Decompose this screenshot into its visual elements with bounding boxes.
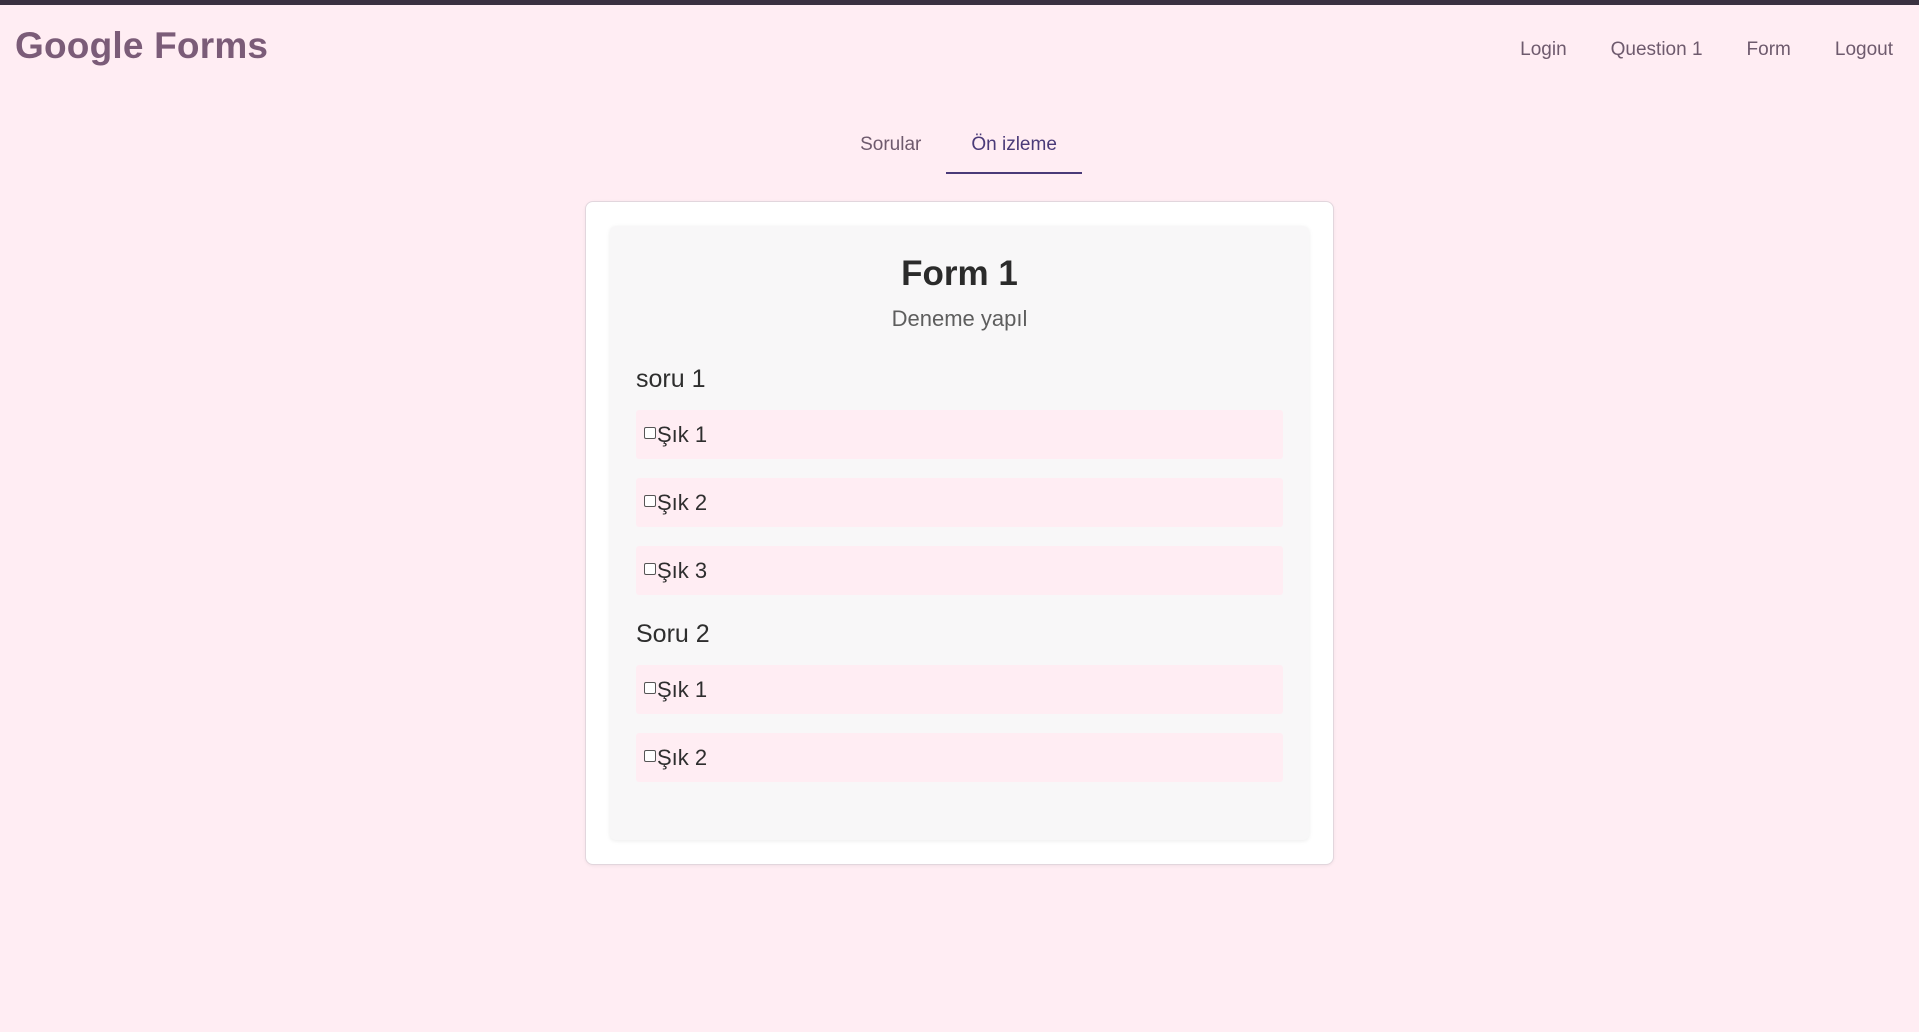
- question-title: soru 1: [636, 365, 706, 393]
- option-item[interactable]: Şık 3: [636, 546, 1283, 595]
- preview-container: Form 1 Deneme yapıl soru 1 Şık 1 Şık 2 Ş…: [585, 201, 1334, 865]
- option-label: Şık 3: [657, 557, 708, 583]
- question-block: Soru 2 Şık 1 Şık 2: [636, 619, 1283, 782]
- option-checkbox[interactable]: [644, 563, 656, 575]
- option-item[interactable]: Şık 1: [636, 665, 1283, 714]
- option-item[interactable]: Şık 1: [636, 410, 1283, 459]
- nav-link-logout[interactable]: Logout: [1835, 39, 1893, 61]
- tab-bar: Sorular Ön izleme: [0, 120, 1919, 174]
- option-label: Şık 2: [657, 489, 708, 515]
- option-item[interactable]: Şık 2: [636, 733, 1283, 782]
- nav-link-form[interactable]: Form: [1747, 39, 1791, 61]
- option-label: Şık 2: [657, 744, 708, 770]
- form-title: Form 1: [901, 254, 1018, 293]
- tab-on-izleme[interactable]: Ön izleme: [946, 120, 1082, 174]
- option-checkbox[interactable]: [644, 495, 656, 507]
- nav-link-login[interactable]: Login: [1520, 39, 1567, 61]
- form-description: Deneme yapıl: [891, 306, 1028, 331]
- question-title: Soru 2: [636, 620, 710, 648]
- option-label: Şık 1: [657, 421, 708, 447]
- tab-sorular[interactable]: Sorular: [835, 120, 946, 174]
- nav-link-question-1[interactable]: Question 1: [1611, 39, 1703, 61]
- option-checkbox[interactable]: [644, 682, 656, 694]
- option-label: Şık 1: [657, 676, 708, 702]
- option-checkbox[interactable]: [644, 750, 656, 762]
- option-item[interactable]: Şık 2: [636, 478, 1283, 527]
- question-block: soru 1 Şık 1 Şık 2 Şık 3: [636, 364, 1283, 595]
- brand-logo[interactable]: Google Forms: [15, 25, 268, 67]
- form-preview-card: Form 1 Deneme yapıl soru 1 Şık 1 Şık 2 Ş…: [610, 226, 1309, 840]
- nav-links: Login Question 1 Form Logout: [1520, 39, 1893, 61]
- option-checkbox[interactable]: [644, 427, 656, 439]
- navbar: Google Forms Login Question 1 Form Logou…: [0, 5, 1919, 95]
